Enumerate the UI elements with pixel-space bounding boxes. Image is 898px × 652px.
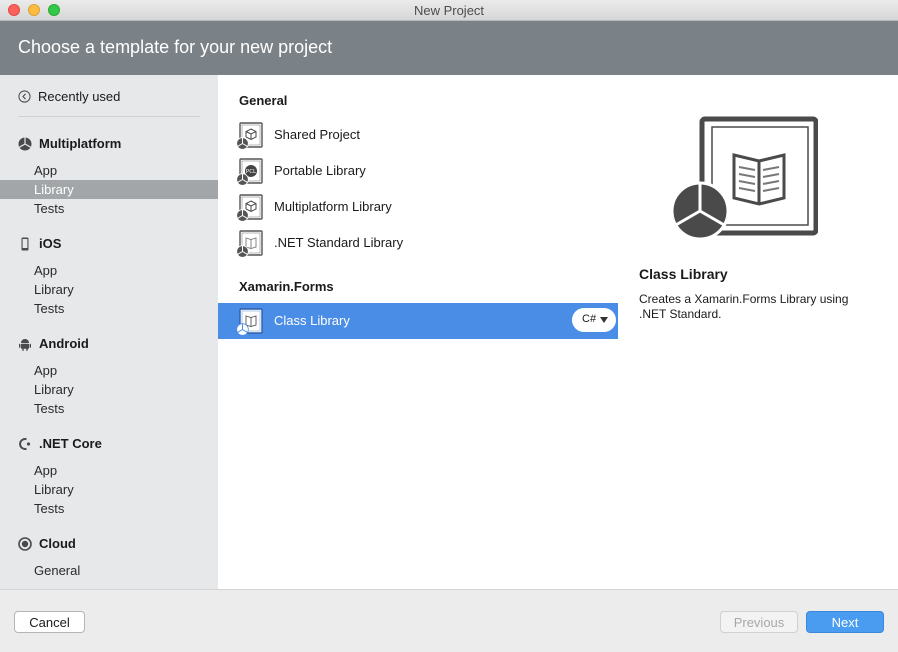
sidebar-category-multiplatform[interactable]: Multiplatform <box>18 136 208 154</box>
portable-library-icon: PCL <box>236 158 263 186</box>
category-sidebar: Recently used Multiplatform App Library … <box>0 75 218 589</box>
template-class-library[interactable]: Class Library C# <box>218 303 618 339</box>
pie-icon <box>18 137 32 151</box>
netstandard-library-icon <box>236 230 263 258</box>
class-library-large-icon <box>670 116 818 241</box>
phone-icon <box>21 237 29 251</box>
template-netstandard-library[interactable]: .NET Standard Library <box>218 225 618 261</box>
sidebar-category-cloud[interactable]: Cloud <box>18 536 208 554</box>
sidebar-item-multiplatform-library[interactable]: Library <box>0 180 218 199</box>
template-preview: Class Library Creates a Xamarin.Forms Li… <box>618 75 898 589</box>
new-project-window: New Project Choose a template for your n… <box>0 0 898 652</box>
template-group-general: General <box>239 93 288 108</box>
sidebar-category-label: Cloud <box>39 536 76 551</box>
template-label: Class Library <box>274 313 350 328</box>
sidebar-item-label: Recently used <box>38 89 121 104</box>
sidebar-item-ios-app[interactable]: App <box>0 261 218 280</box>
template-label: Multiplatform Library <box>274 199 392 214</box>
header-banner: Choose a template for your new project <box>0 21 898 75</box>
template-label: Portable Library <box>274 163 366 178</box>
window-title: New Project <box>413 3 485 18</box>
clock-icon <box>18 90 31 103</box>
template-label: .NET Standard Library <box>274 235 404 250</box>
sidebar-category-label: iOS <box>39 236 62 251</box>
divider <box>18 116 200 117</box>
sidebar-category-dotnet-core[interactable]: .NET Core <box>18 436 208 454</box>
sidebar-item-android-tests[interactable]: Tests <box>0 399 218 418</box>
sidebar-category-ios[interactable]: iOS <box>18 236 208 254</box>
page-title: Choose a template for your new project <box>18 37 333 57</box>
sidebar-item-android-app[interactable]: App <box>0 361 218 380</box>
previous-button[interactable]: Previous <box>720 611 798 633</box>
sidebar-item-dotnet-core-library[interactable]: Library <box>0 480 218 499</box>
next-button[interactable]: Next <box>806 611 884 633</box>
template-list: General Shared Project PCL Portable Libr… <box>218 75 618 589</box>
language-value: C# <box>582 313 597 325</box>
template-shared-project[interactable]: Shared Project <box>218 117 618 153</box>
title-bar[interactable]: New Project <box>0 0 898 21</box>
preview-title: Class Library <box>639 266 728 282</box>
cancel-button[interactable]: Cancel <box>14 611 85 633</box>
template-group-xamarin-forms: Xamarin.Forms <box>239 279 334 294</box>
sidebar-category-android[interactable]: Android <box>18 336 208 354</box>
cloud-icon <box>18 537 32 551</box>
svg-text:PCL: PCL <box>246 169 257 175</box>
sidebar-item-multiplatform-app[interactable]: App <box>0 161 218 180</box>
sidebar-category-label: Android <box>39 336 89 351</box>
template-multiplatform-library[interactable]: Multiplatform Library <box>218 189 618 225</box>
sidebar-item-dotnet-core-tests[interactable]: Tests <box>0 499 218 518</box>
template-label: Shared Project <box>274 127 360 142</box>
preview-description: Creates a Xamarin.Forms Library using .N… <box>639 292 849 321</box>
sidebar-item-ios-library[interactable]: Library <box>0 280 218 299</box>
sidebar-item-dotnet-core-app[interactable]: App <box>0 461 218 480</box>
chevron-down-icon <box>600 317 608 323</box>
language-select[interactable]: C# <box>572 308 616 332</box>
shared-project-icon <box>236 122 263 150</box>
sidebar-item-multiplatform-tests[interactable]: Tests <box>0 199 218 218</box>
dialog-footer: Cancel Previous Next <box>0 589 898 652</box>
dotnet-core-icon <box>19 438 31 450</box>
sidebar-category-label: .NET Core <box>39 436 102 451</box>
template-portable-library[interactable]: PCL Portable Library <box>218 153 618 189</box>
sidebar-item-android-library[interactable]: Library <box>0 380 218 399</box>
sidebar-item-ios-tests[interactable]: Tests <box>0 299 218 318</box>
sidebar-item-cloud-general[interactable]: General <box>0 561 218 580</box>
multiplatform-library-icon <box>236 194 263 222</box>
android-icon <box>19 339 31 351</box>
sidebar-category-label: Multiplatform <box>39 136 122 151</box>
sidebar-item-recently-used[interactable]: Recently used <box>18 89 200 105</box>
class-library-icon <box>236 308 263 336</box>
